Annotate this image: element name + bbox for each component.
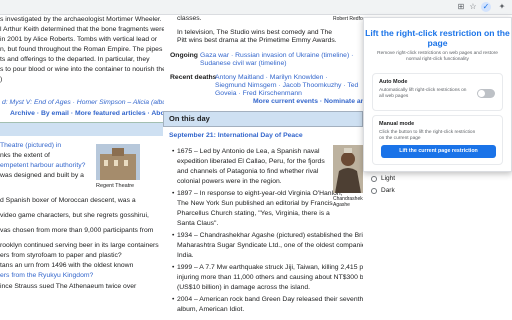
event-line: Pharcellus Church stating, "Yes, Virgini… xyxy=(177,210,330,217)
event-line: (US$10 billion) in damage across the isl… xyxy=(177,284,310,291)
dyk-line: vas chosen from more than 9,000 particip… xyxy=(0,227,154,234)
date-line[interactable]: September 21: International Day of Peace xyxy=(169,132,303,140)
ongoing-label: Ongoing xyxy=(170,52,198,59)
portrait-caption: Chandrashekhar Agashe xyxy=(333,196,363,208)
dyk-line: rooklyn continued serving beer in its la… xyxy=(0,242,159,249)
event-line: album, American Idiot. xyxy=(177,306,245,313)
auto-mode-card: Auto Mode Automatically lift right-click… xyxy=(372,73,503,111)
translate-icon[interactable]: ⊞ xyxy=(456,2,466,12)
lift-restriction-button[interactable]: Lift the current page restriction xyxy=(381,145,496,158)
right-column: classes. Robert Redfo In television, The… xyxy=(163,15,363,320)
extension-popup: Lift the right-click restriction on the … xyxy=(363,17,512,172)
dyk-line: video game characters, but she regrets g… xyxy=(0,212,149,219)
dyk-line: nks the extent of xyxy=(0,152,50,159)
archive-links[interactable]: Archive · By email · More featured artic… xyxy=(10,110,164,118)
event-line: 1897 – In response to eight-year-old Vir… xyxy=(172,190,343,198)
event-line: 1675 – Led by Antonio de Lea, a Spanish … xyxy=(172,148,320,156)
popup-subtitle: Remove right-click restrictions on web p… xyxy=(377,51,498,62)
event-line: 1934 – Chandrashekhar Agashe (pictured) … xyxy=(172,232,363,240)
dyk-line: ers from the Ryukyu Kingdom? xyxy=(0,272,94,279)
event-line: injuring more than 11,000 others and cau… xyxy=(177,274,363,281)
puzzle-icon[interactable]: ✦ xyxy=(497,2,507,12)
auto-mode-toggle[interactable] xyxy=(477,89,495,98)
theme-light-radio[interactable] xyxy=(371,176,377,182)
recent-deaths-links[interactable]: Antony Maitland · Marilyn Knowlden · Sie… xyxy=(215,74,360,98)
theme-dark-radio[interactable] xyxy=(371,188,377,194)
theme-dark-label: Dark xyxy=(381,187,395,194)
event-line: 2004 – American rock band Green Day rele… xyxy=(172,296,363,304)
dyk-line: Theatre (pictured) in xyxy=(0,142,62,149)
auto-mode-title: Auto Mode xyxy=(379,79,408,85)
event-line: Maharashtra Sugar Syndicate Ltd., one of… xyxy=(177,242,363,249)
auto-mode-description: Automatically lift right-click restricti… xyxy=(379,88,467,99)
browser-toolbar: ⊞ ☆ ✓ ✦ xyxy=(0,0,512,15)
manual-mode-card: Manual mode Click the button to lift the… xyxy=(372,115,503,165)
portrait-photo-icon xyxy=(333,145,363,193)
left-line: n, but found throughout the Roman Empire… xyxy=(0,46,163,53)
popup-title: Lift the right-click restriction on the … xyxy=(365,28,510,48)
left-line: ) xyxy=(0,76,3,83)
left-line: l Arthur Keith determined that the bone … xyxy=(0,26,164,33)
text-line: classes. xyxy=(177,15,202,22)
on-this-day-title: On this day xyxy=(169,114,210,123)
dyk-line: tans an urn from 1496 with the oldest kn… xyxy=(0,262,134,269)
left-line: s investigated by the archaeologist Mort… xyxy=(0,16,162,23)
dyk-line: empetent harbour authority? xyxy=(0,162,86,169)
dyk-line: d Spanish boxer of Moroccan descent, was… xyxy=(0,197,136,204)
dyk-header-bar xyxy=(0,122,163,136)
theatre-photo-icon xyxy=(96,144,140,180)
left-line: in 2001 by Alice Roberts. Tombs with ver… xyxy=(0,36,158,43)
portrait-image[interactable] xyxy=(333,145,363,193)
regent-theatre-image[interactable] xyxy=(96,144,140,180)
more-current-events[interactable]: More current events · Nominate an ar xyxy=(253,98,363,106)
event-line: 1999 – A 7.7 Mw earthquake struck Jiji, … xyxy=(172,264,363,272)
event-line: and channels of Patagonia to find whethe… xyxy=(177,168,319,175)
manual-mode-title: Manual mode xyxy=(379,121,415,127)
dyk-line: ince Strauss sued The Athenaeum twice ov… xyxy=(0,283,137,290)
star-icon[interactable]: ☆ xyxy=(468,2,478,12)
popup-header: Lift the right-click restriction on the … xyxy=(364,18,511,70)
image-caption: Robert Redfo xyxy=(333,16,363,22)
event-line: colonial powers were in the region. xyxy=(177,178,282,185)
event-line: India. xyxy=(177,252,194,259)
event-line: expedition liberated El Callao, Peru, fo… xyxy=(177,158,325,165)
dyk-line: ers from styrofoam to paper and plastic? xyxy=(0,252,122,259)
image-caption: Regent Theatre xyxy=(96,183,135,189)
ongoing-links[interactable]: Gaza war · Russian invasion of Ukraine (… xyxy=(200,52,360,68)
recent-deaths-label: Recent deaths xyxy=(170,74,217,81)
recently-featured[interactable]: d: Myst V: End of Ages · Homer Simpson –… xyxy=(2,99,164,107)
left-line: ts and offerings to the departed. In par… xyxy=(0,56,150,63)
news-item: In television, The Studio wins best come… xyxy=(177,29,337,44)
dyk-line: was designed and built by a xyxy=(0,172,84,179)
event-line: The New York Sun published an editorial … xyxy=(177,200,333,207)
extension-icon[interactable]: ✓ xyxy=(481,2,491,12)
event-line: Santa Claus". xyxy=(177,220,219,227)
theme-light-label: Light xyxy=(381,175,396,182)
left-line: s to pour blood or wine into the contain… xyxy=(0,66,164,73)
left-column: s investigated by the archaeologist Mort… xyxy=(0,15,164,320)
manual-mode-description: Click the button to lift the right-click… xyxy=(379,130,476,141)
